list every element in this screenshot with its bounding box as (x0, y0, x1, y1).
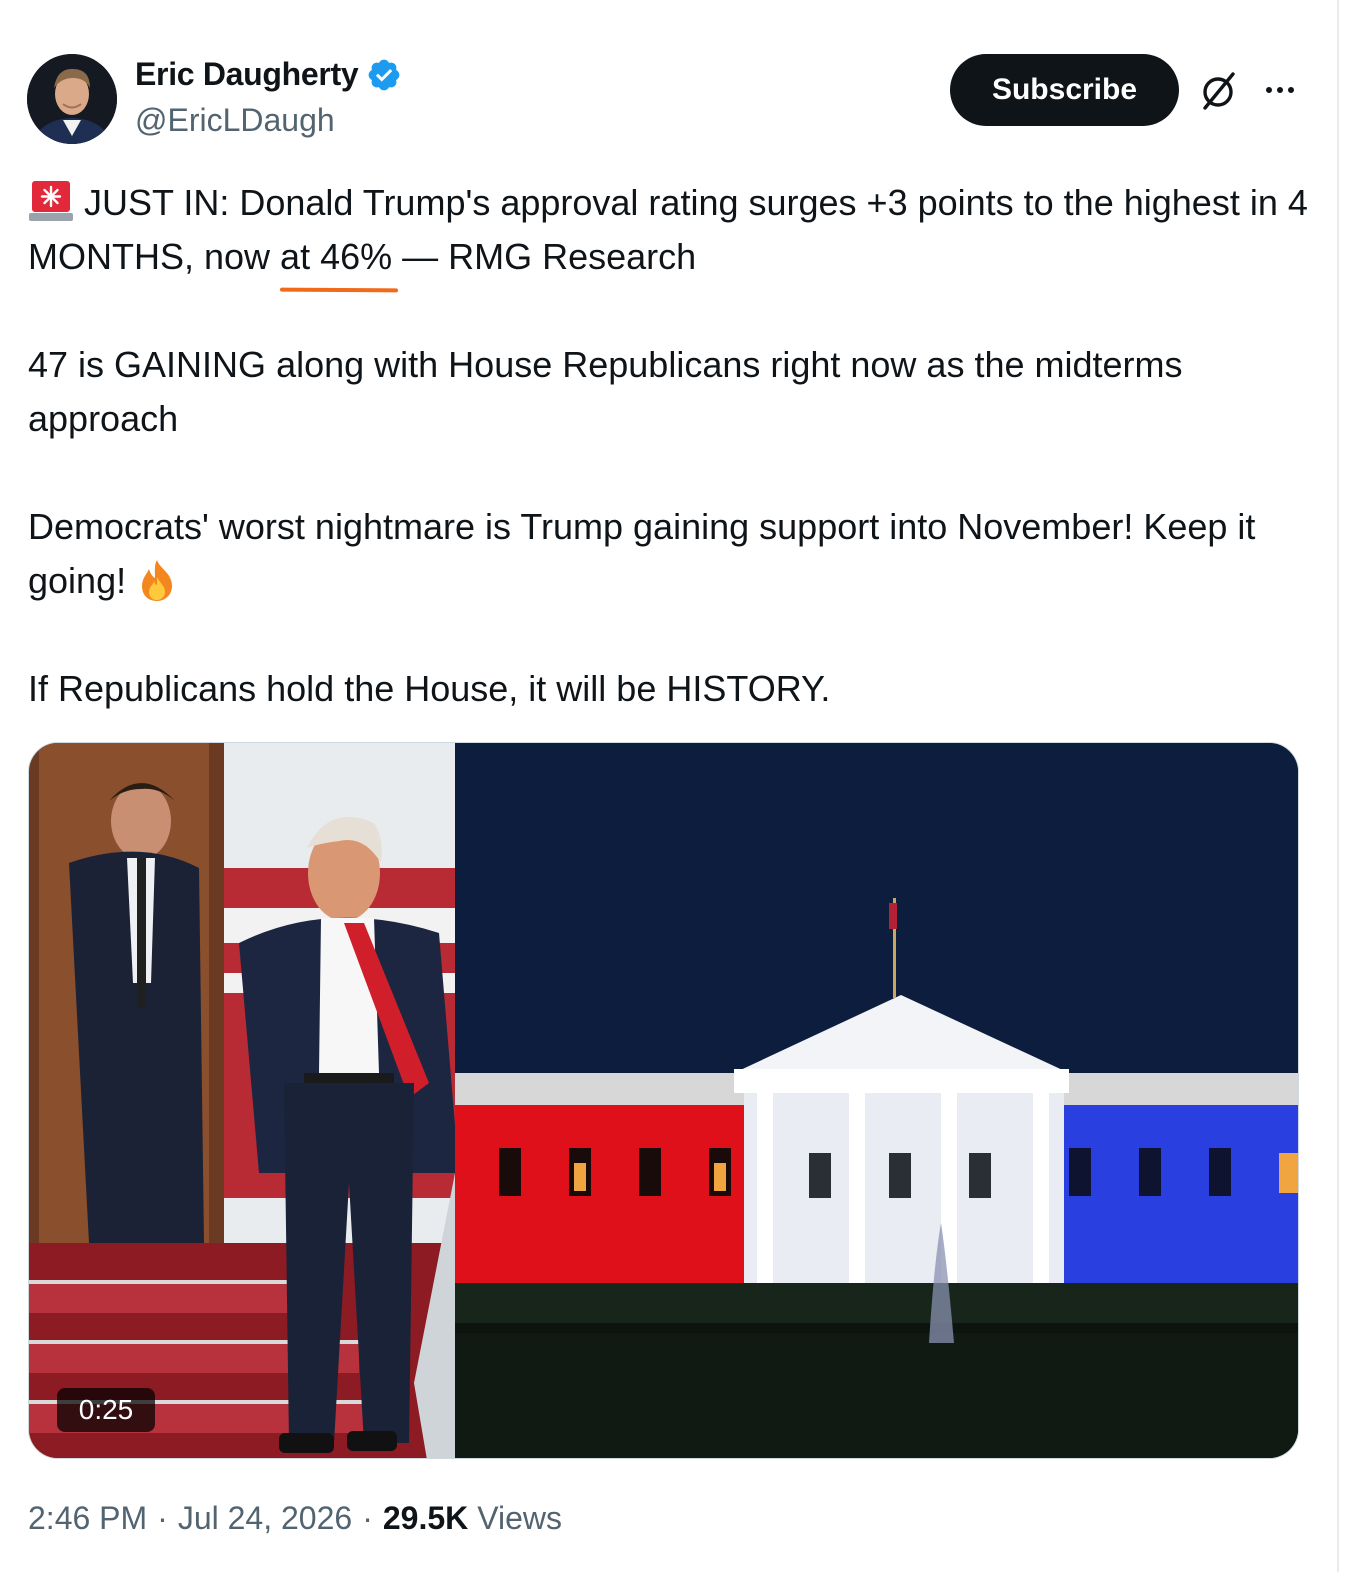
column-border (1337, 0, 1339, 1572)
tweet-header: Eric Daugherty @EricLDaugh Subscribe (0, 0, 1337, 150)
video-thumbnail (29, 743, 1298, 1458)
hand-drawn-underline (280, 287, 399, 293)
verified-badge-icon[interactable] (366, 57, 402, 93)
views-count[interactable]: 29.5K (383, 1500, 468, 1537)
post-date[interactable]: Jul 24, 2026 (178, 1500, 352, 1537)
tweet-text: JUST IN: Donald Trump's approval rating … (28, 176, 1318, 716)
video-player[interactable]: 0:25 (28, 742, 1299, 1459)
highlighted-text: at 46% (280, 230, 399, 293)
views-label[interactable]: Views (477, 1500, 562, 1537)
paragraph-4: If Republicans hold the House, it will b… (28, 668, 831, 709)
dot (1266, 87, 1272, 93)
paragraph-1: JUST IN: Donald Trump's approval rating … (28, 176, 1318, 293)
fire-emoji (134, 557, 180, 603)
separator: · (157, 1500, 168, 1536)
slashed-circle-icon[interactable] (1196, 68, 1240, 112)
name-row: Eric Daugherty (135, 56, 402, 93)
tweet-metadata: 2:46 PM · Jul 24, 2026 · 29.5K Views (28, 1500, 562, 1537)
video-duration-badge: 0:25 (57, 1388, 155, 1432)
dot (1288, 87, 1294, 93)
paragraph-3-text: Democrats' worst nightmare is Trump gain… (28, 506, 1266, 601)
more-dots-icon[interactable] (1258, 70, 1302, 110)
profile-photo (27, 54, 117, 144)
paragraph-3: Democrats' worst nightmare is Trump gain… (28, 500, 1318, 608)
paragraph-1-text-b: — RMG Research (392, 236, 697, 277)
paragraph-2: 47 is GAINING along with House Republica… (28, 344, 1193, 439)
separator: · (362, 1500, 373, 1536)
avatar[interactable] (27, 54, 117, 144)
display-name[interactable]: Eric Daugherty (135, 56, 359, 93)
handle[interactable]: @EricLDaugh (135, 102, 335, 139)
dot (1277, 87, 1283, 93)
highlight-value: at 46% (280, 236, 393, 277)
police-light-emoji (28, 179, 74, 223)
post-time[interactable]: 2:46 PM (28, 1500, 147, 1537)
subscribe-button[interactable]: Subscribe (950, 54, 1179, 126)
